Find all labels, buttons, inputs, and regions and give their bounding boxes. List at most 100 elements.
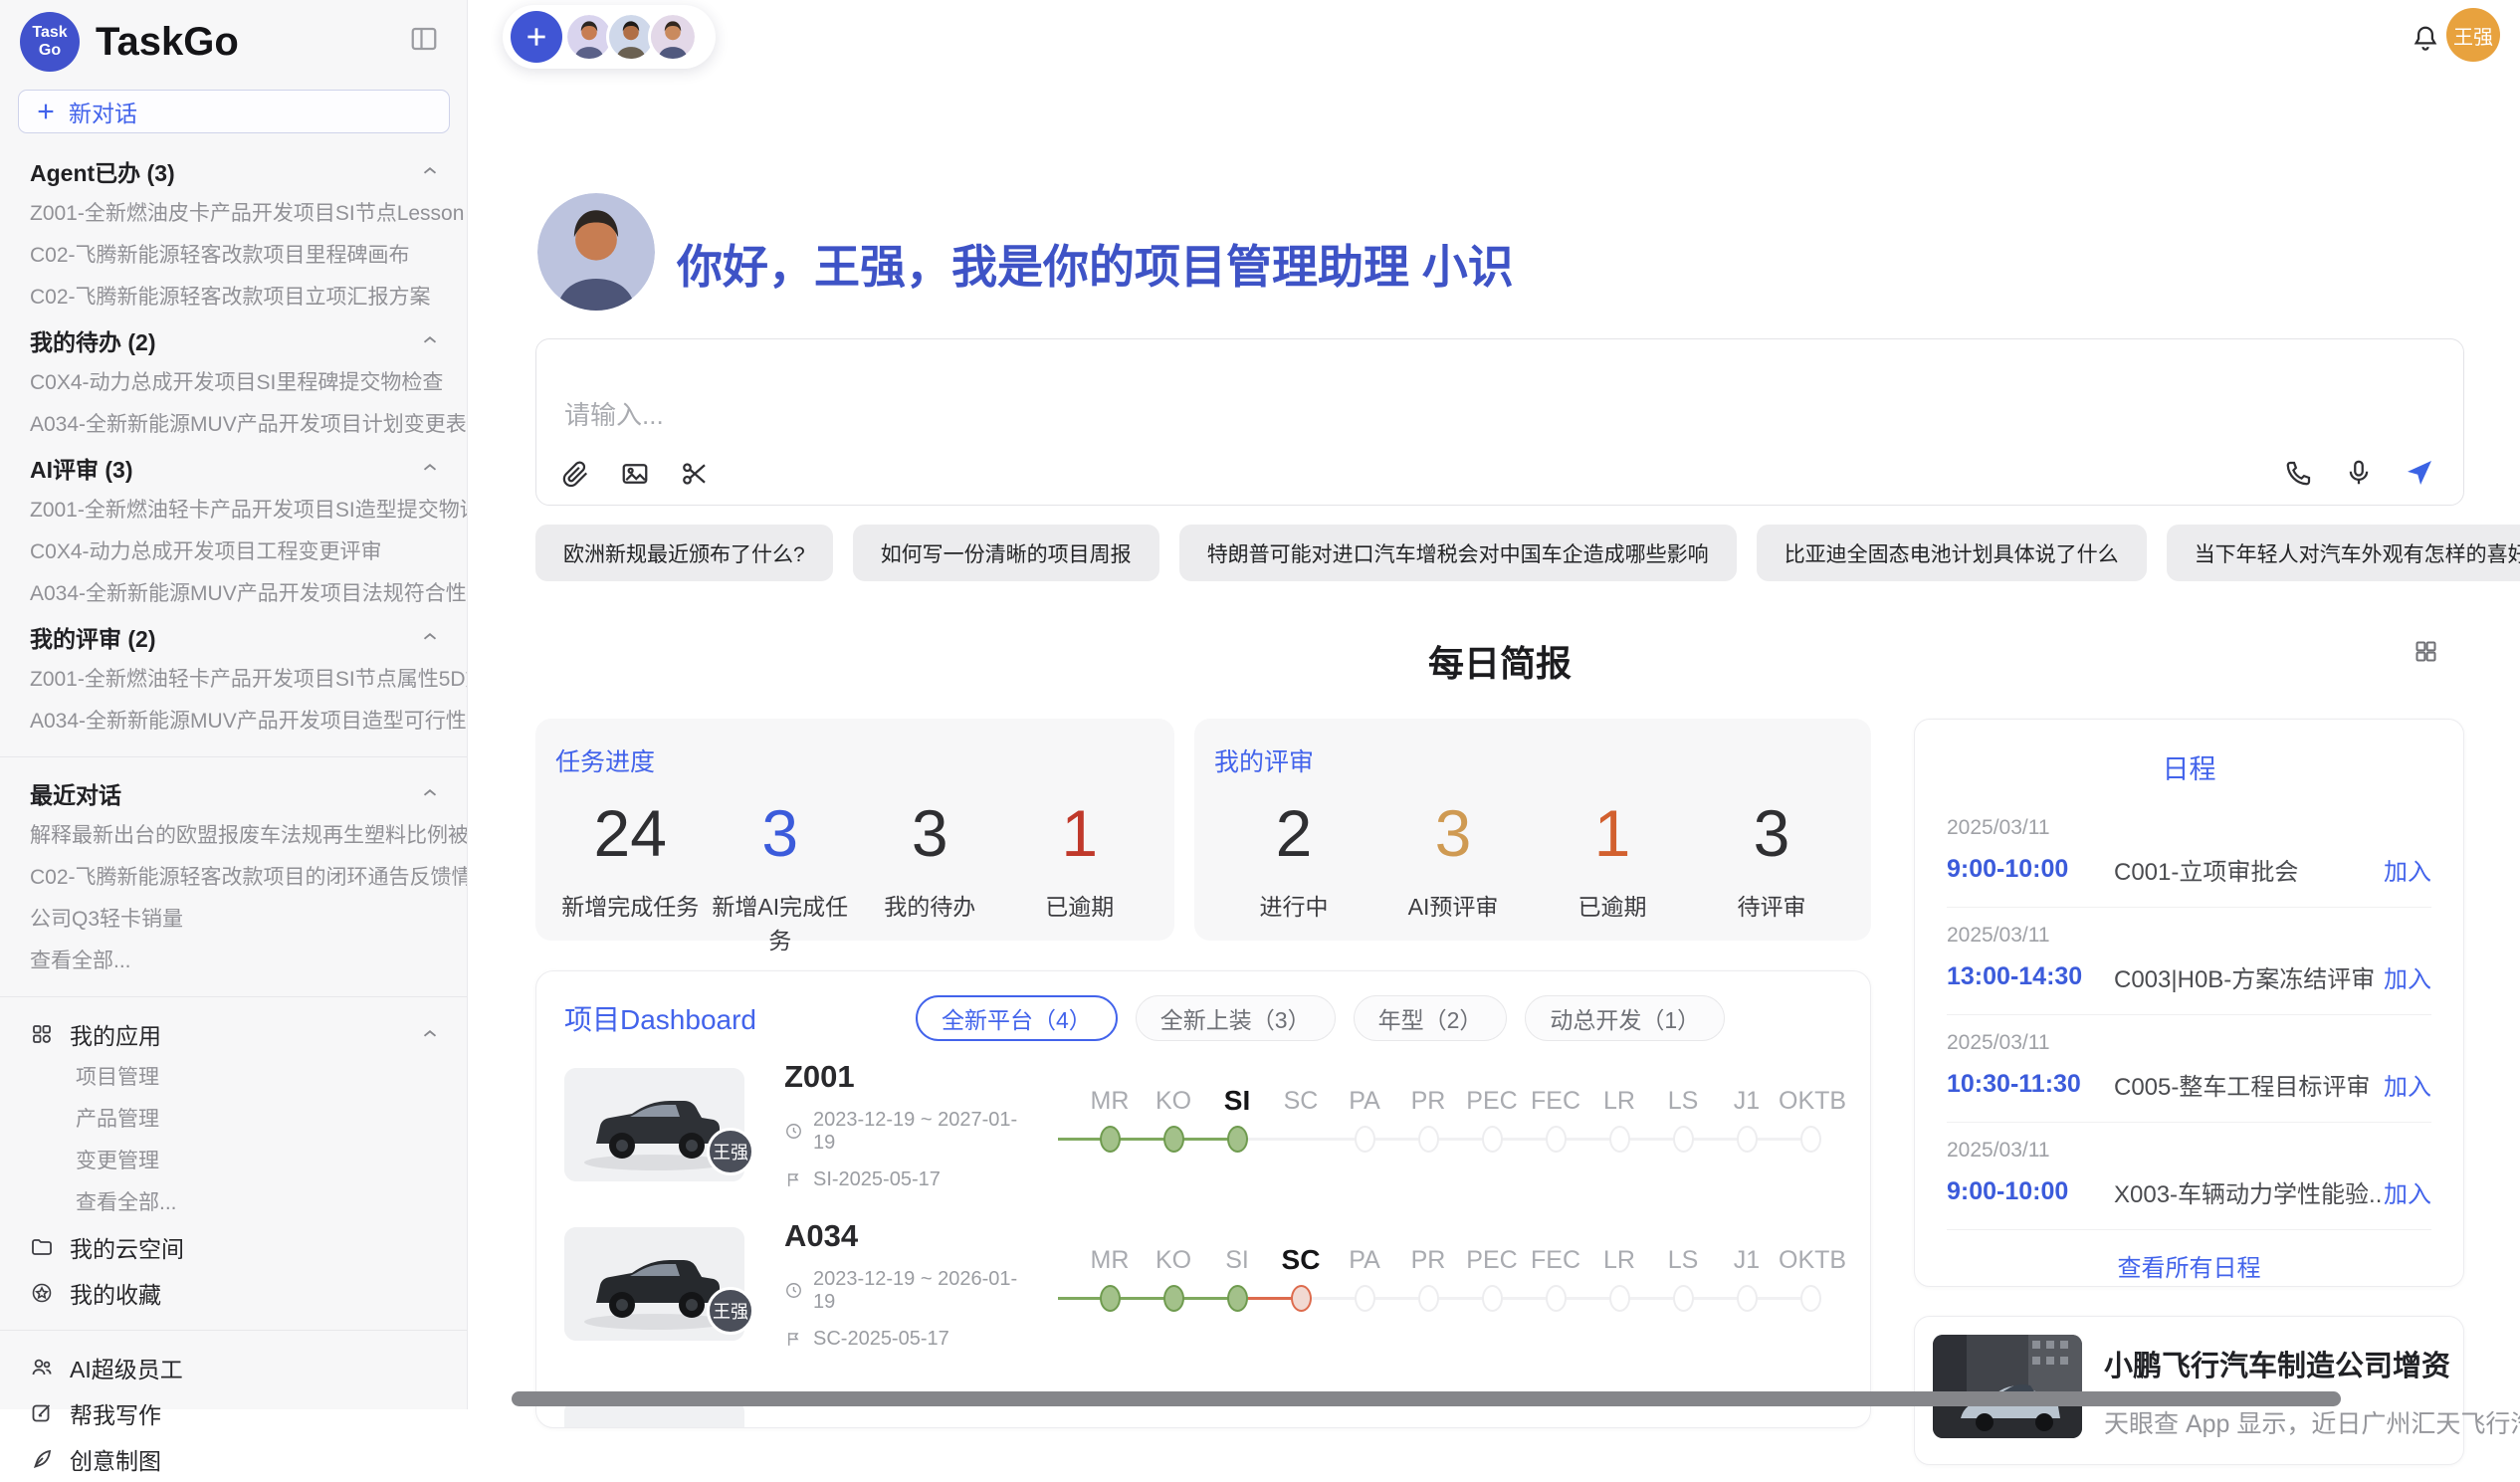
- schedule-item: 2025/03/11 9:00-10:00 C001-立项审批会 加入: [1947, 800, 2431, 908]
- milestone-dot-PR: [1418, 1126, 1439, 1153]
- card-title: 我的评审: [1214, 742, 1851, 778]
- project-row[interactable]: 王强 Z001 2023-12-19 ~ 2027-01-19 SI-2025-…: [564, 1049, 1842, 1200]
- list-item[interactable]: 解释最新出台的欧盟报废车法规再生塑料比例被调至15%...: [0, 815, 467, 857]
- list-item[interactable]: C02-飞腾新能源轻客改款项目里程碑画布: [0, 235, 467, 277]
- new-chat-button[interactable]: 新对话: [18, 90, 450, 133]
- sidebar-item-creative-draw[interactable]: 创意制图: [0, 1436, 467, 1482]
- star-badge-icon: [30, 1281, 54, 1305]
- project-info: Z001 2023-12-19 ~ 2027-01-19 SI-2025-05-…: [784, 1059, 1021, 1191]
- milestone-dot-FEC: [1546, 1285, 1567, 1312]
- schedule-title: 日程: [1947, 747, 2431, 786]
- sidebar-header: Task Go TaskGo: [0, 0, 467, 86]
- suggestion-chip[interactable]: 特朗普可能对进口汽车增税会对中国车企造成哪些影响: [1179, 525, 1737, 581]
- view-all-apps[interactable]: 查看全部...: [0, 1182, 467, 1224]
- list-item[interactable]: Z001-全新燃油轻卡产品开发项目SI造型提交物评审: [0, 490, 467, 531]
- sidebar-item-write-helper[interactable]: 帮我写作: [0, 1390, 467, 1436]
- sidebar-item-my-apps[interactable]: 我的应用: [0, 1011, 467, 1057]
- sidebar-item-favorites[interactable]: 我的收藏: [0, 1270, 467, 1316]
- schedule-time: 9:00-10:00: [1947, 1177, 2114, 1206]
- tab-new-body[interactable]: 全新上装（3）: [1136, 995, 1336, 1041]
- list-item[interactable]: A034-全新新能源MUV产品开发项目造型可行性评审: [0, 701, 467, 742]
- section-recent-chats[interactable]: 最近对话: [0, 771, 467, 815]
- paperclip-icon[interactable]: [560, 459, 590, 489]
- project-flag-date: SC-2025-05-17: [813, 1328, 949, 1351]
- dashboard-tabs: 全新平台（4） 全新上装（3） 年型（2） 动总开发（1）: [916, 995, 1725, 1041]
- join-link[interactable]: 加入: [2384, 1174, 2431, 1209]
- plus-icon: [35, 101, 57, 122]
- list-item[interactable]: A034-全新新能源MUV产品开发项目法规符合性评审: [0, 573, 467, 615]
- list-item[interactable]: C0X4-动力总成开发项目工程变更评审: [0, 531, 467, 573]
- schedule-item: 2025/03/11 9:00-10:00 X003-车辆动力学性能验... 加…: [1947, 1123, 2431, 1230]
- clock-icon: [784, 1122, 803, 1141]
- milestone-dot-SC: [1291, 1285, 1312, 1312]
- milestone-dot-OKTB: [1800, 1285, 1821, 1312]
- milestone-dot-PR: [1418, 1285, 1439, 1312]
- schedule-item: 2025/03/11 10:30-11:30 C005-整车工程目标评审 加入: [1947, 1015, 2431, 1123]
- tab-year-model[interactable]: 年型（2）: [1354, 995, 1508, 1041]
- section-my-review[interactable]: 我的评审 (2): [0, 615, 467, 659]
- list-item[interactable]: A034-全新新能源MUV产品开发项目计划变更表编写: [0, 404, 467, 446]
- join-link[interactable]: 加入: [2384, 852, 2431, 887]
- section-agent-done[interactable]: Agent已办 (3): [0, 149, 467, 193]
- project-dates: 2023-12-19 ~ 2026-01-19: [813, 1268, 1021, 1314]
- sidebar-collapse-icon[interactable]: [409, 24, 439, 54]
- view-all-schedule-link[interactable]: 查看所有日程: [1947, 1248, 2431, 1283]
- list-item[interactable]: Z001-全新燃油皮卡产品开发项目SI节点Lesson Learn报告: [0, 193, 467, 235]
- avatar[interactable]: [648, 12, 698, 62]
- layout-grid-icon[interactable]: [2413, 638, 2439, 665]
- sidebar: Task Go TaskGo 新对话 Agent已办 (3) Z001-全新燃油…: [0, 0, 468, 1409]
- section-title: Agent已办 (3): [30, 154, 175, 188]
- logo-line2: Go: [39, 42, 61, 60]
- app-item-project[interactable]: 项目管理: [0, 1057, 467, 1099]
- schedule-date: 2025/03/11: [1947, 1031, 2431, 1055]
- section-my-todo[interactable]: 我的待办 (2): [0, 318, 467, 362]
- milestone-dot-PA: [1355, 1285, 1375, 1312]
- chat-input[interactable]: [564, 395, 1958, 455]
- list-item[interactable]: C0X4-动力总成开发项目SI里程碑提交物检查: [0, 362, 467, 404]
- milestone-dot-LR: [1609, 1126, 1630, 1153]
- scissors-icon[interactable]: [680, 459, 710, 489]
- grid-icon: [30, 1022, 54, 1046]
- suggestion-chip[interactable]: 如何写一份清晰的项目周报: [853, 525, 1159, 581]
- view-all-chats[interactable]: 查看全部...: [0, 941, 467, 982]
- tab-powertrain[interactable]: 动总开发（1）: [1525, 995, 1725, 1041]
- news-card[interactable]: 小鹏飞行汽车制造公司增资 天眼查 App 显示，近日广州汇天飞行汽...: [1914, 1316, 2464, 1465]
- list-item[interactable]: C02-飞腾新能源轻客改款项目立项汇报方案: [0, 277, 467, 318]
- join-link[interactable]: 加入: [2384, 1067, 2431, 1102]
- schedule-name: C005-整车工程目标评审: [2114, 1067, 2384, 1102]
- section-ai-review[interactable]: AI评审 (3): [0, 446, 467, 490]
- sidebar-item-label: 我的云空间: [70, 1230, 184, 1264]
- app-item-product[interactable]: 产品管理: [0, 1099, 467, 1141]
- app-logo: Task Go: [20, 12, 80, 72]
- join-link[interactable]: 加入: [2384, 959, 2431, 994]
- list-item[interactable]: C02-飞腾新能源轻客改款项目的闭环通告反馈情况: [0, 857, 467, 899]
- milestone-dot-KO: [1163, 1126, 1184, 1153]
- sidebar-list: Agent已办 (3) Z001-全新燃油皮卡产品开发项目SI节点Lesson …: [0, 133, 467, 1482]
- main-content: 你好，王强，我是你的项目管理助理 小识 欧洲新规最近颁布了什么? 如何写一份清晰…: [535, 0, 2464, 1409]
- session-pill: [503, 5, 716, 69]
- microphone-icon[interactable]: [2344, 458, 2374, 488]
- list-item[interactable]: Z001-全新燃油轻卡产品开发项目SI节点属性5D文件评审: [0, 659, 467, 701]
- horizontal-scrollbar[interactable]: [512, 1391, 2341, 1406]
- project-row[interactable]: 王强 A034 2023-12-19 ~ 2026-01-19 SC-2025-…: [564, 1208, 1842, 1360]
- list-item[interactable]: 公司Q3轻卡销量: [0, 899, 467, 941]
- card-title: 任务进度: [555, 742, 1155, 778]
- app-title: TaskGo: [96, 20, 239, 65]
- suggestion-chip[interactable]: 比亚迪全固态电池计划具体说了什么: [1757, 525, 2147, 581]
- sidebar-item-label: AI超级员工: [70, 1351, 183, 1384]
- send-icon[interactable]: [2404, 457, 2435, 489]
- sidebar-item-ai-employee[interactable]: AI超级员工: [0, 1345, 467, 1390]
- input-attachments: [560, 459, 710, 489]
- flag-icon: [784, 1330, 803, 1349]
- app-item-change[interactable]: 变更管理: [0, 1141, 467, 1182]
- sidebar-item-cloud-space[interactable]: 我的云空间: [0, 1224, 467, 1270]
- image-icon[interactable]: [620, 459, 650, 489]
- suggestion-chip[interactable]: 欧洲新规最近颁布了什么?: [535, 525, 833, 581]
- add-session-button[interactable]: [511, 11, 562, 63]
- tab-new-platform[interactable]: 全新平台（4）: [916, 995, 1118, 1041]
- chevron-up-icon: [419, 457, 441, 479]
- milestone-dot-PEC: [1482, 1126, 1503, 1153]
- phone-icon[interactable]: [2284, 458, 2314, 488]
- section-title: 我的待办 (2): [30, 323, 156, 357]
- suggestion-chip[interactable]: 当下年轻人对汽车外观有怎样的喜好趋势: [2167, 525, 2520, 581]
